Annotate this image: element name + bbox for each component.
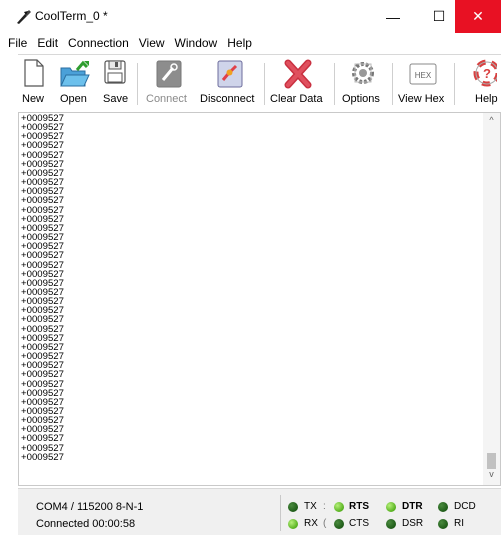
tx-separator: :	[323, 501, 326, 512]
terminal-line: +0009527	[21, 451, 64, 463]
toolbar-separator	[264, 63, 265, 105]
menu-file[interactable]: File	[3, 36, 32, 50]
lifebuoy-icon: ?	[473, 59, 497, 87]
port-settings-text: COM4 / 115200 8-N-1	[36, 501, 144, 513]
connect-button[interactable]: Connect	[142, 55, 194, 110]
svg-text:?: ?	[483, 66, 491, 81]
close-button[interactable]: ✕	[455, 0, 501, 33]
connection-status-text: Connected 00:00:58	[36, 518, 136, 530]
status-bar: COM4 / 115200 8-N-1 Connected 00:00:58 T…	[18, 488, 501, 535]
hex-icon-text: HEX	[415, 71, 432, 80]
open-folder-icon	[60, 60, 90, 87]
rts-label: RTS	[349, 501, 369, 512]
hex-icon: HEX	[409, 63, 437, 85]
red-x-icon	[284, 59, 312, 89]
new-label: New	[22, 93, 45, 105]
gears-icon	[352, 62, 374, 84]
rts-led	[334, 502, 344, 512]
rx-label: RX	[304, 518, 318, 529]
toolbar-separator	[137, 63, 138, 105]
connect-label: Connect	[146, 93, 187, 105]
disconnect-label: Disconnect	[200, 93, 255, 105]
dtr-label: DTR	[402, 501, 423, 512]
menu-help[interactable]: Help	[222, 36, 257, 50]
new-button[interactable]: New	[18, 55, 50, 110]
menu-bar: File Edit Connection View Window Help	[0, 33, 501, 53]
view-hex-button[interactable]: HEX View Hex	[396, 55, 450, 110]
dtr-led	[386, 502, 396, 512]
new-file-icon	[24, 59, 44, 87]
cts-led	[334, 519, 344, 529]
dsr-label: DSR	[402, 518, 424, 529]
tx-label: TX	[304, 501, 317, 512]
ri-led	[438, 519, 448, 529]
minimize-button[interactable]: —	[370, 0, 416, 33]
floppy-disk-icon	[104, 60, 126, 84]
menu-view[interactable]: View	[134, 36, 170, 50]
dsr-led	[386, 519, 396, 529]
cts-label: CTS	[349, 518, 369, 529]
options-label: Options	[342, 93, 380, 105]
window-title: CoolTerm_0 *	[35, 9, 108, 23]
scroll-down-icon[interactable]: v	[483, 469, 500, 483]
title-bar: CoolTerm_0 * — ☐ ✕	[0, 0, 501, 33]
disconnect-button[interactable]: Disconnect	[198, 55, 260, 110]
tx-led	[288, 502, 298, 512]
clear-data-button[interactable]: Clear Data	[268, 55, 328, 110]
save-label: Save	[103, 93, 129, 105]
coolterm-app-icon	[17, 10, 31, 24]
menu-connection[interactable]: Connection	[63, 36, 134, 50]
toolbar-separator	[334, 63, 335, 105]
save-button[interactable]: Save	[98, 55, 132, 110]
disconnect-plug-icon	[217, 60, 243, 88]
menu-edit[interactable]: Edit	[32, 36, 63, 50]
open-label: Open	[60, 93, 87, 105]
connect-plug-icon	[156, 60, 182, 88]
status-divider	[280, 495, 281, 531]
rx-separator: (	[323, 518, 327, 529]
scroll-thumb[interactable]	[487, 453, 496, 469]
toolbar-separator	[392, 63, 393, 105]
help-label: Help	[475, 93, 498, 105]
dcd-label: DCD	[454, 501, 476, 512]
ri-label: RI	[454, 518, 464, 529]
help-button[interactable]: ? Help	[458, 55, 501, 110]
menu-window[interactable]: Window	[170, 36, 223, 50]
scroll-up-icon[interactable]: ^	[483, 115, 500, 129]
toolbar-separator	[454, 63, 455, 105]
toolbar: New Open Save Connect Disconnect Clear D…	[18, 54, 501, 110]
rx-led	[288, 519, 298, 529]
vertical-scrollbar[interactable]: ^ v	[483, 113, 500, 485]
terminal-output[interactable]: +0009527 +0009527 +0009527 +0009527 +0009527…	[18, 112, 501, 486]
view-hex-label: View Hex	[398, 93, 445, 105]
terminal-lines: +0009527 +0009527 +0009527 +0009527 +0009527…	[21, 114, 64, 463]
open-button[interactable]: Open	[54, 55, 94, 110]
options-button[interactable]: Options	[338, 55, 388, 110]
dcd-led	[438, 502, 448, 512]
clear-data-label: Clear Data	[270, 93, 323, 105]
